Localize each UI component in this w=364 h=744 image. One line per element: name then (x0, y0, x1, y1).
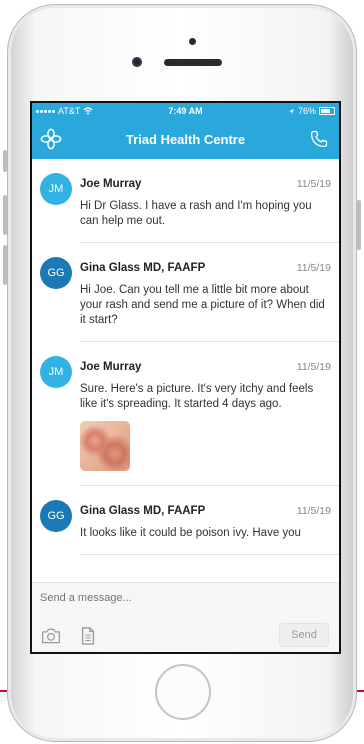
message-text: Sure. Here's a picture. It's very itchy … (80, 383, 314, 410)
message-date: 11/5/19 (296, 178, 331, 190)
battery-percent: 76% (297, 106, 316, 116)
power-button (357, 200, 361, 250)
message-date: 11/5/19 (296, 361, 331, 373)
send-button[interactable]: Send (279, 623, 329, 647)
proximity-sensor (189, 38, 196, 45)
sender-name: Gina Glass MD, FAAFP (80, 505, 206, 517)
mute-switch (3, 150, 7, 172)
avatar: GG (40, 500, 72, 532)
earpiece-speaker (164, 59, 222, 66)
phone-call-icon[interactable] (309, 129, 329, 149)
camera-icon[interactable] (41, 627, 61, 645)
message-composer: Send (32, 582, 339, 652)
message-list[interactable]: JM Joe Murray 11/5/19 Hi Dr Glass. I hav… (32, 159, 339, 582)
sender-name: Joe Murray (80, 361, 142, 373)
battery-icon (319, 107, 335, 115)
sender-name: Joe Murray (80, 178, 142, 190)
page-title: Triad Health Centre (125, 132, 246, 147)
rash-photo-thumbnail[interactable] (80, 421, 130, 471)
volume-up-button (3, 195, 7, 235)
avatar: JM (40, 356, 72, 388)
message-date: 11/5/19 (296, 262, 331, 274)
volume-down-button (3, 245, 7, 285)
location-arrow-icon (288, 108, 295, 114)
document-icon[interactable] (78, 627, 98, 645)
message-item: GG Gina Glass MD, FAAFP 11/5/19 It looks… (40, 486, 339, 555)
avatar: JM (40, 173, 72, 205)
front-camera (132, 57, 142, 67)
home-button[interactable] (155, 664, 211, 720)
message-text: Hi Dr Glass. I have a rash and I'm hopin… (80, 200, 312, 227)
message-text: It looks like it could be poison ivy. Ha… (80, 527, 301, 539)
message-item: JM Joe Murray 11/5/19 Hi Dr Glass. I hav… (40, 159, 339, 243)
app-header: Triad Health Centre (32, 119, 339, 159)
message-item: GG Gina Glass MD, FAAFP 11/5/19 Hi Joe. … (40, 243, 339, 342)
message-input[interactable] (40, 592, 320, 604)
message-text: Hi Joe. Can you tell me a little bit mor… (80, 284, 325, 326)
message-item: JM Joe Murray 11/5/19 Sure. Here's a pic… (40, 342, 339, 486)
avatar: GG (40, 257, 72, 289)
message-date: 11/5/19 (296, 505, 331, 517)
status-bar: AT&T 7:49 AM 76% (32, 103, 339, 119)
phone-screen: AT&T 7:49 AM 76% Triad Health Centre JM (30, 101, 341, 654)
sender-name: Gina Glass MD, FAAFP (80, 262, 206, 274)
